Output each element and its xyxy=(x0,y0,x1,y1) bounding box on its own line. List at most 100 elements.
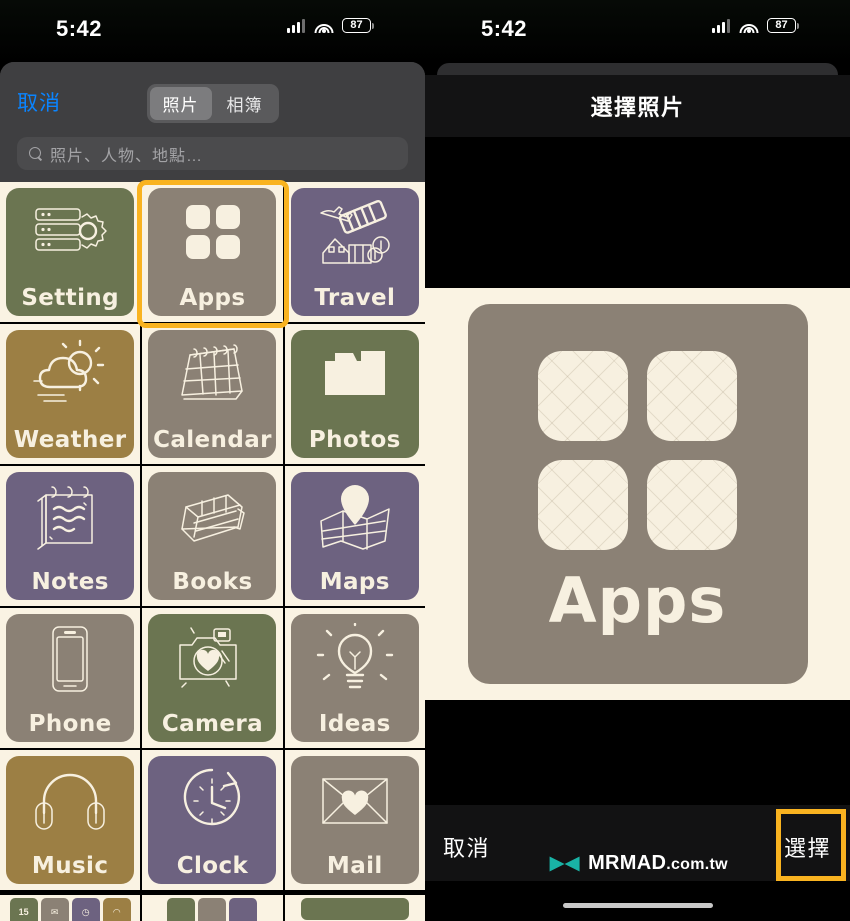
search-icon xyxy=(29,147,42,160)
tile-music[interactable]: Music xyxy=(6,756,135,884)
photo-cell-photos[interactable]: Photos xyxy=(284,324,425,464)
tile-label: Maps xyxy=(319,569,390,595)
photo-preview-area[interactable]: Apps xyxy=(425,288,850,700)
tile-maps[interactable]: Maps xyxy=(290,472,419,600)
photo-cell-music[interactable]: Music xyxy=(0,750,141,890)
photo-cell-phone[interactable]: Phone xyxy=(0,608,141,748)
cellular-signal-icon xyxy=(712,18,730,33)
tile-label: Ideas xyxy=(318,711,391,737)
tile-label: Calendar xyxy=(153,427,272,453)
tile-label: Photos xyxy=(308,427,401,453)
tile-calendar[interactable]: Calendar xyxy=(148,330,277,458)
four-squares-icon xyxy=(148,195,276,271)
list-item[interactable] xyxy=(142,895,283,921)
wifi-icon xyxy=(314,19,333,33)
tile-weather[interactable]: Weather xyxy=(6,330,135,458)
tile-photos[interactable]: Photos xyxy=(290,330,419,458)
watermark: MRMAD.com.tw xyxy=(547,852,728,875)
photo-cell-notes[interactable]: Notes xyxy=(0,466,141,606)
map-pin-icon xyxy=(291,479,419,555)
clock-icon: ◷ xyxy=(71,898,100,921)
battery-percent: 87 xyxy=(350,19,363,31)
photo-cell-books[interactable]: Books xyxy=(142,466,283,606)
photo-grid[interactable]: Setting Apps Travel Weather Calendar Photos No… xyxy=(0,182,425,921)
list-item[interactable]: 15 ✉ ◷ ◠ xyxy=(0,895,141,921)
status-time: 5:42 xyxy=(481,16,528,41)
photo-cell-maps[interactable]: Maps xyxy=(284,466,425,606)
cellular-signal-icon xyxy=(287,18,305,33)
partial-photo-row[interactable]: 15 ✉ ◷ ◠ xyxy=(0,895,425,921)
photo-cell-clock[interactable]: Clock xyxy=(142,750,283,890)
tile-ideas[interactable]: Ideas xyxy=(290,614,419,742)
tile-camera[interactable]: Camera xyxy=(148,614,277,742)
tile-clock[interactable]: Clock xyxy=(148,756,277,884)
plane-ticket-icon xyxy=(291,195,419,271)
left-pane: 5:42 87 取消 照片 相簿 照片、人物、地點… Setting Apps … xyxy=(0,0,425,921)
square-2 xyxy=(647,351,737,441)
notepad-icon xyxy=(6,479,134,555)
tile-notes[interactable]: Notes xyxy=(6,472,135,600)
heart-envelope-icon xyxy=(291,763,419,839)
tile-setting[interactable]: Setting xyxy=(6,188,135,316)
screenshot-root: 5:42 87 取消 照片 相簿 照片、人物、地點… Setting Apps … xyxy=(0,0,850,921)
heart-camera-icon xyxy=(148,621,276,697)
tile-apps[interactable]: Apps xyxy=(148,188,277,316)
photo-cell-calendar[interactable]: Calendar xyxy=(142,324,283,464)
status-indicators: 87 xyxy=(712,18,799,33)
tile-books[interactable]: Books xyxy=(148,472,277,600)
watermark-suffix: .com.tw xyxy=(666,856,728,873)
preview-label: Apps xyxy=(548,564,727,637)
segmented-control[interactable]: 照片 相簿 xyxy=(146,84,279,123)
battery-icon: 87 xyxy=(767,18,799,33)
calendar-15-icon: 15 xyxy=(9,898,38,921)
photo-cell-mail[interactable]: Mail xyxy=(284,750,425,890)
tab-photos[interactable]: 照片 xyxy=(149,87,212,120)
tile-label: Clock xyxy=(176,853,249,879)
four-squares-icon xyxy=(538,351,737,550)
tile-label: Music xyxy=(31,853,109,879)
select-button[interactable]: 選擇 xyxy=(784,831,831,863)
photo-cell-camera[interactable]: Camera xyxy=(142,608,283,748)
tile-phone[interactable]: Phone xyxy=(6,614,135,742)
tile-thumb-icon xyxy=(167,898,196,921)
lightbulb-icon xyxy=(291,621,419,697)
clock-icon xyxy=(148,763,276,839)
tile-label: Apps xyxy=(179,285,246,311)
battery-percent: 87 xyxy=(775,19,788,31)
square-1 xyxy=(538,351,628,441)
desk-calendar-icon xyxy=(148,337,276,413)
tile-thumb-icon xyxy=(300,898,409,920)
server-gear-icon xyxy=(6,195,134,271)
tile-mail[interactable]: Mail xyxy=(290,756,419,884)
preview-top-spacer xyxy=(425,137,850,288)
mrmad-logo-icon xyxy=(549,856,580,871)
search-input[interactable]: 照片、人物、地點… xyxy=(17,137,408,170)
photo-cell-ideas[interactable]: Ideas xyxy=(284,608,425,748)
photo-cell-weather[interactable]: Weather xyxy=(0,324,141,464)
photo-cell-apps[interactable]: Apps xyxy=(142,182,283,322)
tile-thumb-icon xyxy=(198,898,227,921)
photo-cell-setting[interactable]: Setting xyxy=(0,182,141,322)
tile-label: Mail xyxy=(326,853,383,879)
battery-icon: 87 xyxy=(342,18,374,33)
tile-label: Setting xyxy=(21,285,119,311)
search-placeholder: 照片、人物、地點… xyxy=(50,147,204,165)
cancel-button[interactable]: 取消 xyxy=(17,87,61,117)
tile-thumb-icon xyxy=(229,898,258,921)
wifi-icon xyxy=(739,19,758,33)
list-item[interactable] xyxy=(284,895,425,921)
right-pane: 5:42 87 選擇照片 Apps 取消 選擇 MRMAD.com.tw xyxy=(425,0,850,921)
photo-cell-travel[interactable]: Travel xyxy=(284,182,425,322)
square-3 xyxy=(538,460,628,550)
status-bar-right: 5:42 87 xyxy=(425,0,850,62)
page-title: 選擇照片 xyxy=(590,95,685,120)
tile-label: Weather xyxy=(13,427,127,453)
tile-label: Books xyxy=(172,569,253,595)
status-bar-left: 5:42 87 xyxy=(0,0,425,62)
square-4 xyxy=(647,460,737,550)
envelope-icon: ✉ xyxy=(40,898,69,921)
tab-albums[interactable]: 相簿 xyxy=(214,87,276,120)
cancel-button[interactable]: 取消 xyxy=(443,831,490,863)
tile-travel[interactable]: Travel xyxy=(290,188,419,316)
status-time: 5:42 xyxy=(56,16,103,41)
